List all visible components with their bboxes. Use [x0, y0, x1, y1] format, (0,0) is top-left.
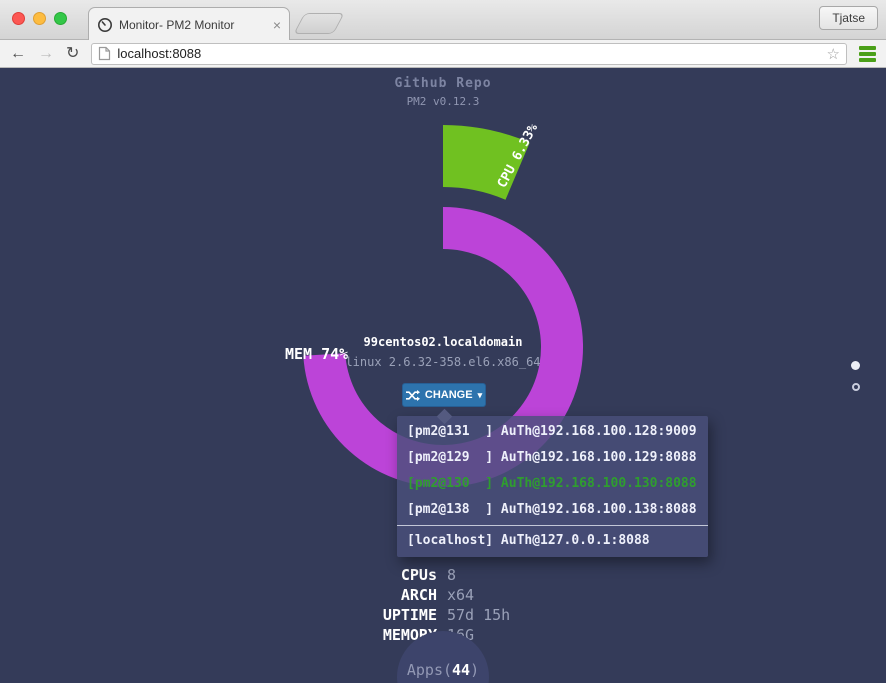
stat-value: 8 — [447, 566, 457, 584]
stat-row: CPUs 8 — [250, 565, 510, 585]
titlebar: Monitor- PM2 Monitor × Tjatse — [0, 0, 886, 41]
browser-toolbar: ← → ↻ localhost:8088 ☆ — [0, 40, 886, 68]
change-button-label: CHANGE — [424, 389, 473, 401]
window-controls — [12, 12, 67, 25]
minimize-window-button[interactable] — [33, 12, 46, 25]
host-option[interactable]: [pm2@129 ] AuTh@192.168.100.129:8088 — [397, 445, 708, 471]
host-dropdown: [pm2@131 ] AuTh@192.168.100.128:9009 [pm… — [397, 408, 708, 557]
host-option[interactable]: [localhost] AuTh@127.0.0.1:8088 — [397, 528, 708, 554]
stat-label: MEMORY — [382, 626, 437, 644]
host-option[interactable]: [pm2@130 ] AuTh@192.168.100.130:8088 — [397, 471, 708, 497]
forward-button[interactable]: → — [38, 45, 54, 62]
page-icon — [99, 46, 111, 61]
tab-title: Monitor- PM2 Monitor — [119, 17, 235, 32]
change-host-button[interactable]: CHANGE ▾ — [402, 383, 486, 407]
stat-label: CPUs — [400, 566, 437, 584]
gauge-favicon-icon — [98, 17, 112, 32]
new-tab-button[interactable] — [293, 13, 345, 34]
page-dot-inactive[interactable] — [851, 383, 860, 391]
address-bar[interactable]: localhost:8088 ☆ — [91, 42, 847, 65]
system-stats: CPUs 8 ARCH x64 UPTIME 57d 15h MEMORY 16… — [250, 565, 510, 645]
apps-label-prefix: Apps( — [406, 661, 453, 679]
browser-tab[interactable]: Monitor- PM2 Monitor × — [88, 7, 290, 41]
profile-button[interactable]: Tjatse — [819, 6, 878, 30]
back-button[interactable]: ← — [10, 45, 26, 62]
reload-button[interactable]: ↻ — [66, 45, 79, 62]
stat-label: ARCH — [400, 586, 437, 604]
caret-down-icon: ▾ — [477, 389, 483, 400]
bookmark-star-icon[interactable]: ☆ — [827, 45, 840, 63]
apps-label-suffix: ) — [470, 661, 480, 679]
pm2-version: PM2 v0.12.3 — [406, 95, 480, 108]
os-info: linux 2.6.32-358.el6.x86_64 — [345, 355, 541, 369]
tab-close-icon[interactable]: × — [273, 18, 281, 32]
shuffle-icon — [405, 389, 420, 401]
browser-menu-icon[interactable] — [859, 45, 876, 62]
close-window-button[interactable] — [12, 12, 25, 25]
page-indicator — [851, 361, 860, 391]
stat-value: x64 — [447, 586, 475, 604]
dropdown-divider — [397, 525, 708, 526]
apps-count: 44 — [452, 661, 471, 679]
browser-window: Monitor- PM2 Monitor × Tjatse ← → ↻ loca… — [0, 0, 886, 683]
github-repo-link[interactable]: Github Repo — [0, 76, 886, 91]
host-option[interactable]: [pm2@138 ] AuTh@192.168.100.138:8088 — [397, 497, 708, 523]
stat-row: UPTIME 57d 15h — [250, 605, 510, 625]
pm2-monitor-page: Github Repo PM2 v0.12.3 CPU 6.33% MEM 74… — [0, 68, 886, 683]
page-dot-active[interactable] — [851, 361, 860, 370]
hostname: 99centos02.localdomain — [363, 335, 523, 349]
stat-label: UPTIME — [382, 606, 437, 624]
stat-row: ARCH x64 — [250, 585, 510, 605]
maximize-window-button[interactable] — [54, 12, 67, 25]
url-text[interactable]: localhost:8088 — [117, 46, 820, 61]
stat-value: 57d 15h — [447, 606, 511, 624]
